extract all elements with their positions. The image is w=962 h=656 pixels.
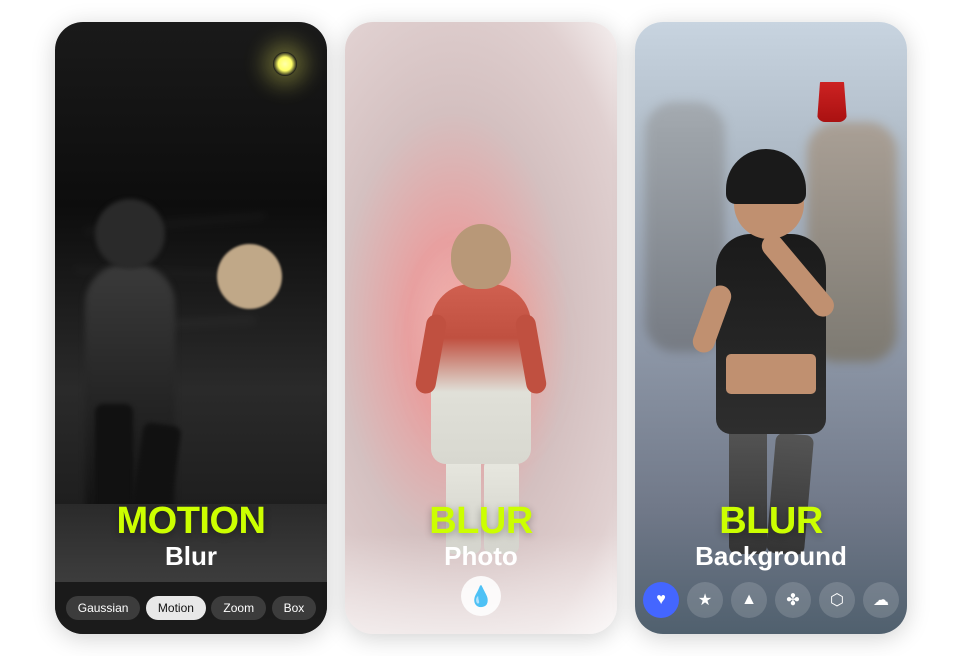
card3-main-figure: [691, 174, 851, 554]
card1-label-sub: Blur: [55, 540, 327, 574]
card1-labels: MOTION Blur: [55, 502, 327, 574]
icon-heart[interactable]: ♥: [643, 582, 679, 618]
card1-label-main: MOTION: [55, 502, 327, 540]
card3-label-sub: Background: [635, 540, 907, 574]
droplet-icon: 💧: [469, 584, 494, 609]
card-blur-background: BLUR Background ♥ ★ ▲ ✤ ⬡ ☁: [635, 22, 907, 634]
filter-chip-gaussian[interactable]: Gaussian: [66, 596, 141, 620]
red-cup: [817, 82, 847, 122]
icon-star[interactable]: ★: [687, 582, 723, 618]
cards-container: MOTION Blur Gaussian Motion Zoom Box: [35, 2, 927, 654]
card2-labels: BLUR Photo: [345, 502, 617, 574]
filter-bar: Gaussian Motion Zoom Box: [55, 582, 327, 634]
card-motion-blur: MOTION Blur Gaussian Motion Zoom Box: [55, 22, 327, 634]
card3-label-main: BLUR: [635, 502, 907, 540]
card3-labels: BLUR Background: [635, 502, 907, 574]
card2-bottom-icon[interactable]: 💧: [461, 576, 501, 616]
figure-right: [192, 214, 322, 534]
icon-gamepad[interactable]: ✤: [775, 582, 811, 618]
card2-label-main: BLUR: [345, 502, 617, 540]
card2-label-sub: Photo: [345, 540, 617, 574]
filter-chip-motion[interactable]: Motion: [146, 596, 206, 620]
icon-camera[interactable]: ⬡: [819, 582, 855, 618]
filter-chip-box[interactable]: Box: [272, 596, 317, 620]
card3-bottom-icons: ♥ ★ ▲ ✤ ⬡ ☁: [635, 582, 907, 618]
card-blur-photo: BLUR Photo 💧: [345, 22, 617, 634]
filter-chip-zoom[interactable]: Zoom: [211, 596, 266, 620]
figure-left: [65, 184, 195, 524]
card1-light: [273, 52, 297, 76]
icon-cloud[interactable]: ☁: [863, 582, 899, 618]
icon-triangle[interactable]: ▲: [731, 582, 767, 618]
